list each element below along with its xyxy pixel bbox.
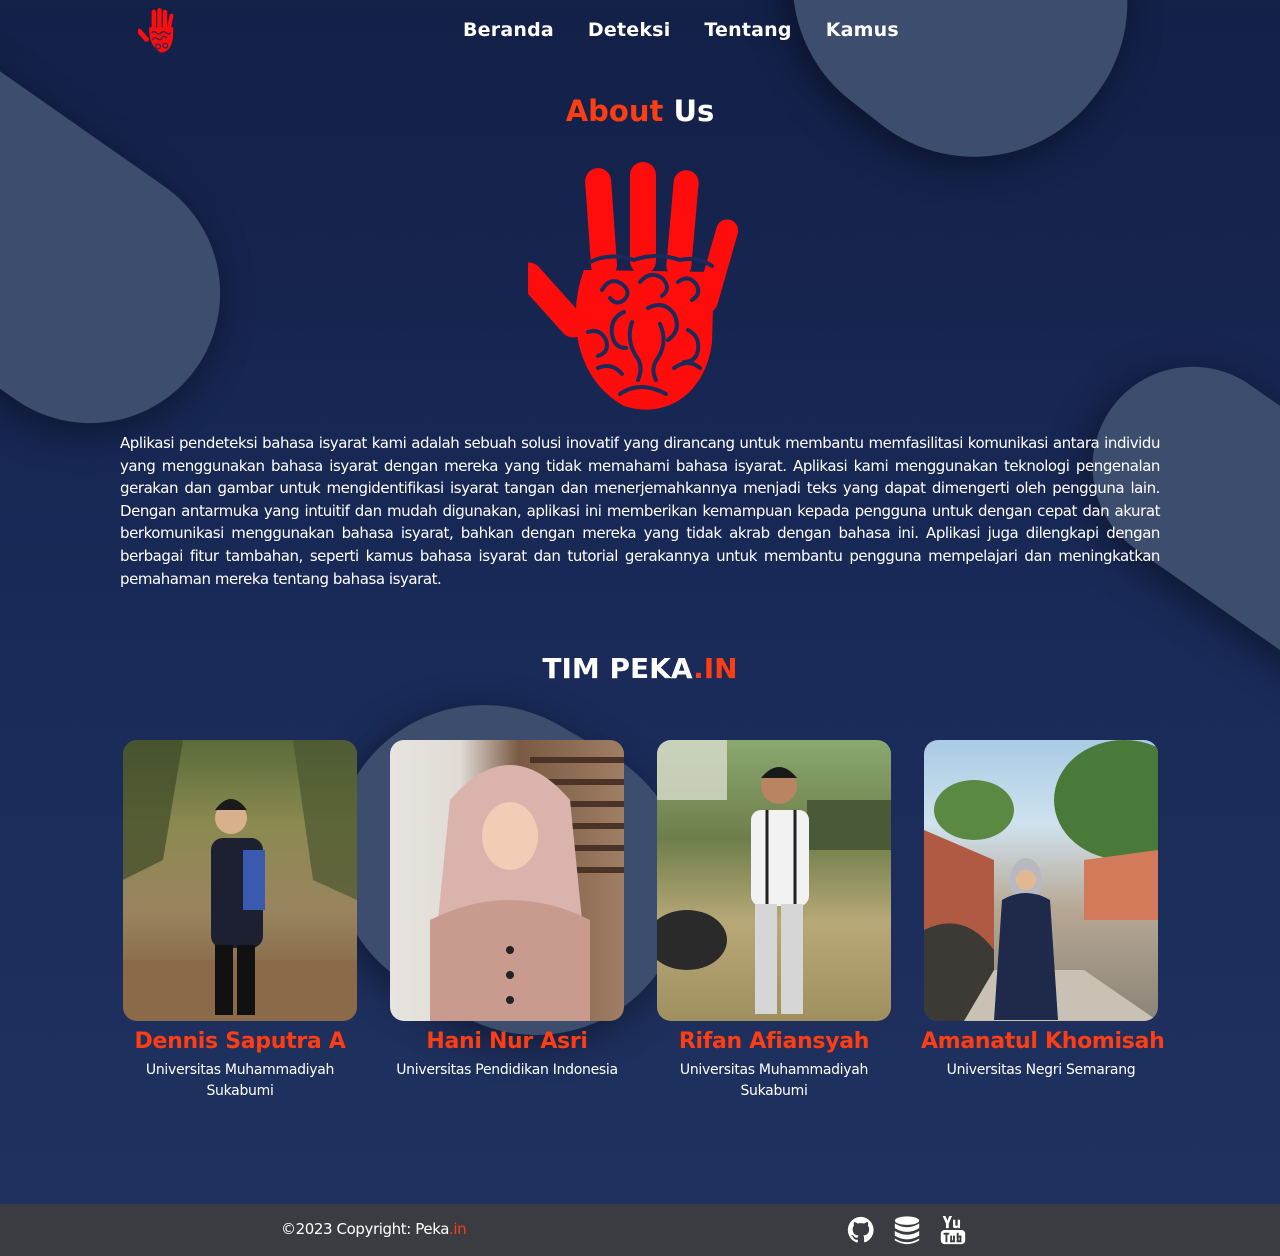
member-name: Rifan Afiansyah <box>678 1029 870 1054</box>
nav-link-beranda[interactable]: Beranda <box>463 19 554 41</box>
team-grid: Dennis Saputra A Universitas Muhammadiya… <box>120 740 1165 1120</box>
member-name: Amanatul Khomisah <box>921 1029 1165 1054</box>
member-name: Hani Nur Asri <box>426 1029 588 1054</box>
member-university: Universitas Pendidikan Indonesia <box>396 1062 618 1078</box>
member-university: Universitas Negri Semarang <box>946 1062 1136 1078</box>
nav-link-tentang[interactable]: Tentang <box>704 19 791 41</box>
team-member-card: Dennis Saputra A Universitas Muhammadiya… <box>120 740 360 1102</box>
copyright-main: ©2023 Copyright: Peka <box>281 1220 450 1238</box>
background-shape <box>0 0 272 475</box>
footer: ©2023 Copyright: Peka.in <box>0 1204 1280 1256</box>
team-member-card: Hani Nur Asri Universitas Pendidikan Ind… <box>387 740 627 1081</box>
copyright-accent: .in <box>449 1220 467 1238</box>
member-name: Dennis Saputra A <box>134 1029 346 1054</box>
member-photo <box>657 740 891 1021</box>
team-title: TIM PEKA.IN <box>0 652 1280 685</box>
navbar: Beranda Deteksi Tentang Kamus <box>0 0 1280 62</box>
member-university: Universitas Muhammadiyah Sukabumi <box>679 1062 869 1099</box>
about-title-accent: About <box>565 94 664 128</box>
footer-social-links <box>846 1214 968 1246</box>
member-photo <box>390 740 624 1021</box>
member-university: Universitas Muhammadiyah Sukabumi <box>145 1062 335 1099</box>
about-description: Aplikasi pendeteksi bahasa isyarat kami … <box>120 434 1160 588</box>
team-title-main: TIM PEKA <box>542 652 694 685</box>
member-photo <box>123 740 357 1021</box>
about-title-rest: Us <box>673 94 715 128</box>
copyright-text: ©2023 Copyright: Peka.in <box>281 1220 467 1238</box>
hand-logo-icon <box>528 162 739 410</box>
hand-logo-icon[interactable] <box>138 8 178 54</box>
github-icon[interactable] <box>846 1214 876 1246</box>
youtube-icon[interactable] <box>938 1214 968 1246</box>
team-title-accent: .IN <box>693 652 738 685</box>
nav-link-deteksi[interactable]: Deteksi <box>588 19 670 41</box>
nav-link-kamus[interactable]: Kamus <box>826 19 899 41</box>
member-photo <box>924 740 1158 1021</box>
database-icon[interactable] <box>892 1214 922 1246</box>
team-member-card: Amanatul Khomisah Universitas Negri Sema… <box>921 740 1165 1081</box>
about-title: About Us <box>0 94 1280 128</box>
team-member-card: Rifan Afiansyah Universitas Muhammadiyah… <box>654 740 894 1102</box>
